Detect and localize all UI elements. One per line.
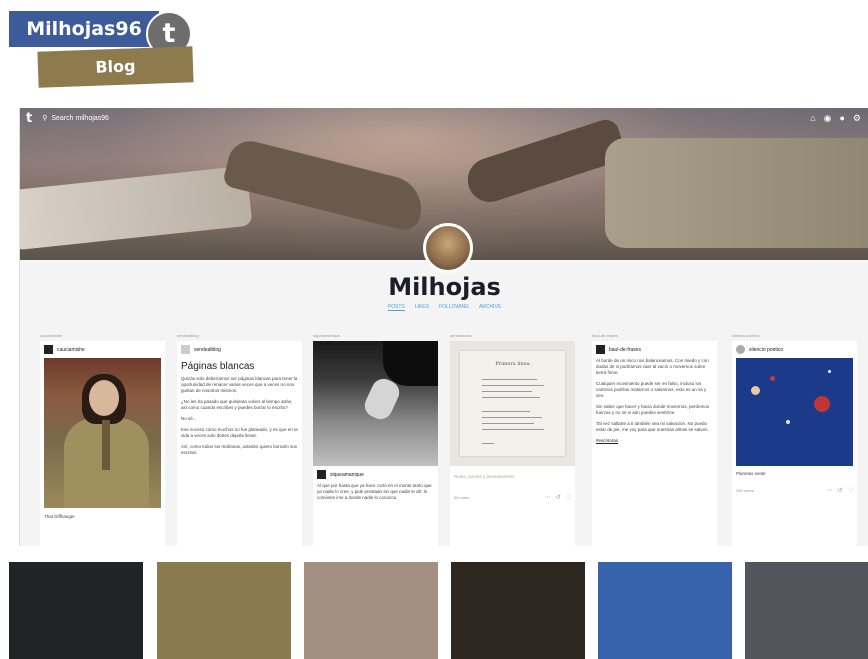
search-placeholder: Search milhojas96 — [51, 114, 109, 122]
palette-swatch — [304, 562, 438, 659]
post-paragraph: ¿No les ha pasado que quisieran volver a… — [181, 399, 293, 410]
post-paragraph: Así, como todos los mañanas, ustedes qui… — [181, 444, 298, 455]
compass-icon[interactable]: ◉ — [824, 113, 832, 124]
post-username[interactable]: sendealblog — [194, 347, 221, 353]
post-username[interactable]: cauciamishe — [57, 347, 85, 353]
post-card: baul-de-frases Al borde de un risco nos … — [592, 341, 717, 546]
tab-likes[interactable]: LIKES — [415, 304, 429, 311]
search-bar[interactable]: ⚲ Search milhojas96 — [42, 114, 109, 123]
reblog-source[interactable]: silencio-poetico — [732, 333, 857, 341]
like-icon[interactable]: ♡ — [566, 494, 571, 501]
post-paragraph: Tal vez saltarte a ti también sea mi sal… — [596, 421, 709, 432]
reblog-source[interactable]: cauciamishe — [40, 333, 165, 341]
post-image[interactable]: Primera línea — [450, 341, 575, 466]
post-column: siqueamanique siqueamanique Al que por h… — [313, 333, 438, 546]
tumblr-screenshot: t ⚲ Search milhojas96 ⌂ ◉ ● ⚙ Milhojas P… — [19, 108, 868, 546]
blog-title: Milhojas — [388, 273, 501, 301]
blog-tabs: POSTS LIKES FOLLOWING ARCHIVE — [20, 304, 868, 311]
notes-count[interactable]: 260 notes — [736, 488, 754, 493]
chat-icon[interactable]: ● — [839, 113, 844, 124]
more-icon[interactable]: ⋯ — [545, 494, 551, 501]
blog-type-label: Blog — [37, 46, 194, 88]
post-column: cauciamishe cauciamishe That Diffhanger — [40, 333, 165, 546]
post-card: silencio poetico Planetas sentir 260 not… — [732, 341, 857, 546]
palette-swatch — [9, 562, 143, 659]
home-icon[interactable]: ⌂ — [810, 113, 815, 124]
palette-swatch — [157, 562, 291, 659]
user-avatar[interactable] — [596, 345, 605, 354]
top-navigation-bar: t ⚲ Search milhojas96 ⌂ ◉ ● ⚙ — [20, 108, 868, 128]
palette-swatch — [598, 562, 732, 659]
post-image[interactable] — [736, 358, 853, 466]
post-username[interactable]: siqueamanique — [330, 472, 364, 478]
account-icon[interactable]: ⚙ — [853, 113, 861, 124]
post-column: sendealblog sendealblog Páginas blancas … — [177, 333, 302, 546]
user-avatar[interactable] — [736, 345, 745, 354]
reblog-icon[interactable]: ↺ — [556, 494, 561, 501]
blog-name-label: Milhojas96 — [9, 11, 159, 47]
post-image[interactable] — [44, 358, 161, 508]
post-image[interactable] — [313, 341, 438, 466]
post-title: Páginas blancas — [181, 361, 255, 372]
post-card: siqueamanique Al que por hasta que ya ha… — [313, 341, 438, 546]
tumblr-logo[interactable]: t — [26, 111, 32, 126]
reblog-icon[interactable]: ↺ — [838, 487, 843, 494]
post-card: sendealblog Páginas blancas Quizás solo … — [177, 341, 302, 546]
user-avatar[interactable] — [44, 345, 53, 354]
post-caption: Al que por hasta que ya hace cortó en el… — [317, 483, 432, 500]
post-username[interactable]: silencio poetico — [749, 347, 783, 353]
post-card: cauciamishe That Diffhanger — [40, 341, 165, 546]
post-paragraph: Quizás solo deberíamos ser páginas blanc… — [181, 376, 298, 393]
post-paragraph: Cualquier movimiento puede ser en falso,… — [596, 381, 707, 398]
poem-title: Primera línea — [495, 361, 530, 367]
reblog-source[interactable]: primaverass — [450, 333, 575, 341]
notes-count[interactable]: 56 notes — [454, 495, 469, 500]
post-column: baul-de-frases baul-de-frases Al borde d… — [592, 333, 717, 546]
search-icon: ⚲ — [42, 115, 48, 122]
palette-swatch — [745, 562, 868, 659]
palette-swatch — [451, 562, 585, 659]
user-avatar[interactable] — [181, 345, 190, 354]
post-caption: That Diffhanger — [44, 514, 75, 519]
post-column: primaverass Primera línea Notas, poesía … — [450, 333, 575, 546]
color-palette — [9, 562, 868, 659]
user-avatar[interactable] — [317, 470, 326, 479]
reblog-source[interactable]: siqueamanique — [313, 333, 438, 341]
post-column: silencio-poetico silencio poetico Planet… — [732, 333, 857, 546]
post-tag-link[interactable]: #escritoras — [596, 438, 713, 444]
more-icon[interactable]: ⋯ — [827, 487, 833, 494]
tab-archive[interactable]: ARCHIVE — [479, 304, 501, 311]
reblog-source[interactable]: baul-de-frases — [592, 333, 717, 341]
tab-following[interactable]: FOLLOWING — [439, 304, 469, 311]
reblog-source[interactable]: sendealblog — [177, 333, 302, 341]
post-paragraph: No sé... — [181, 416, 197, 421]
post-paragraph: Sin saber que hacer y hacia donde movern… — [596, 404, 710, 415]
like-icon[interactable]: ♡ — [848, 487, 853, 494]
post-username[interactable]: baul-de-frases — [609, 347, 641, 353]
post-caption: Planetas sentir — [736, 471, 766, 476]
blog-avatar[interactable] — [423, 223, 473, 273]
post-card: Primera línea Notas, poesía y pensamient… — [450, 341, 575, 546]
tab-posts[interactable]: POSTS — [387, 304, 405, 311]
post-caption: Notas, poesía y pensamientos — [454, 474, 515, 479]
post-paragraph: Ese suceso como muchos no fue planeado, … — [181, 427, 298, 438]
post-paragraph: Al borde de un risco nos balanceamos. Co… — [596, 358, 709, 375]
